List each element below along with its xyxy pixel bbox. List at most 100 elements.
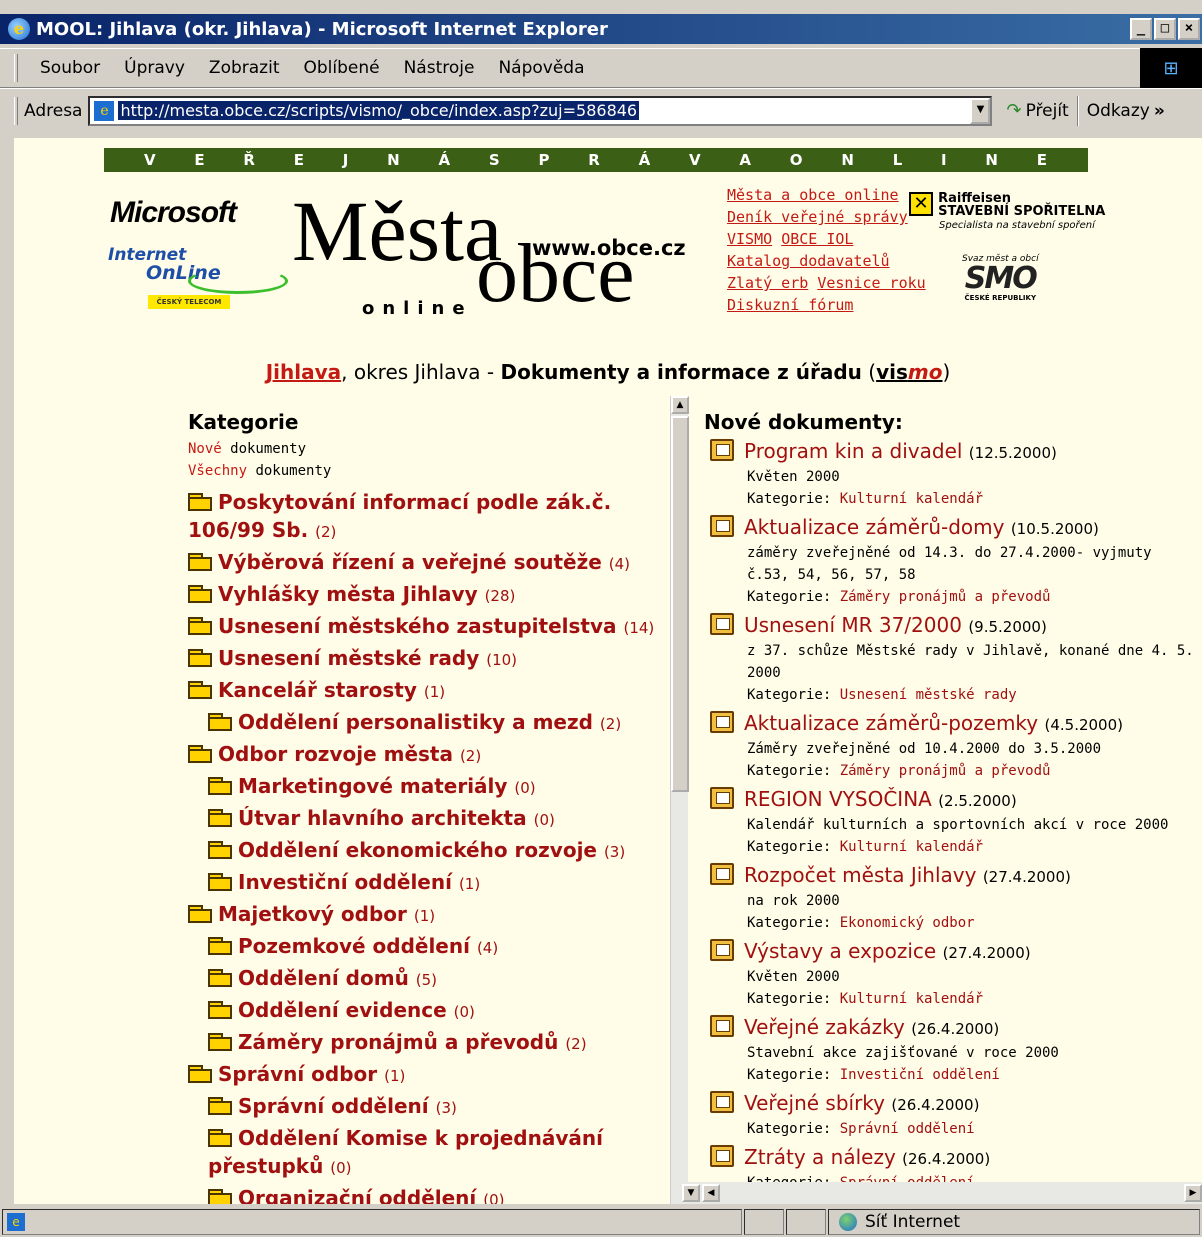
- link-zlaty-erb[interactable]: Zlatý erb: [727, 274, 808, 292]
- document-date: (26.4.2000): [891, 1096, 980, 1114]
- window-title-bar[interactable]: e MOOL: Jihlava (okr. Jihlava) - Microso…: [0, 14, 1202, 44]
- address-dropdown-button[interactable]: ▼: [970, 97, 991, 124]
- scroll-up-button[interactable]: ▲: [671, 396, 689, 414]
- link-katalog-dodavatelu[interactable]: Katalog dodavatelů: [727, 252, 890, 270]
- document-category-link[interactable]: Kulturní kalendář: [840, 839, 983, 855]
- category-item[interactable]: Oddělení Komise k projednávání přestupků…: [188, 1124, 668, 1182]
- category-item[interactable]: Oddělení evidence (0): [188, 996, 668, 1026]
- category-name: Správní oddělení: [238, 1094, 429, 1118]
- minimize-button[interactable]: _: [1130, 18, 1152, 40]
- menu-oblibene[interactable]: Oblíbené: [303, 58, 379, 78]
- category-item[interactable]: Oddělení domů (5): [188, 964, 668, 994]
- category-item[interactable]: Poskytování informací podle zák.č. 106/9…: [188, 488, 668, 546]
- go-button[interactable]: ↷ Přejít: [1006, 100, 1068, 121]
- internet-explorer-icon: e: [8, 18, 30, 40]
- menu-zobrazit[interactable]: Zobrazit: [209, 58, 280, 78]
- document-category: Kategorie: Kulturní kalendář: [704, 488, 1202, 510]
- document-date: (27.4.2000): [982, 868, 1071, 886]
- category-item[interactable]: Investiční oddělení (1): [188, 868, 668, 898]
- document-title-link[interactable]: Usnesení MR 37/2000: [744, 613, 962, 637]
- category-item[interactable]: Usnesení městského zastupitelstva (14): [188, 612, 668, 642]
- cesky-telecom-logo[interactable]: ČESKÝ TELECOM: [148, 295, 230, 309]
- menu-soubor[interactable]: Soubor: [40, 58, 100, 78]
- document-icon: [710, 1015, 734, 1037]
- all-documents-link[interactable]: Všechny dokumenty: [188, 460, 668, 482]
- category-item[interactable]: Odbor rozvoje města (2): [188, 740, 668, 770]
- category-item[interactable]: Útvar hlavního architekta (0): [188, 804, 668, 834]
- category-item[interactable]: Záměry pronájmů a převodů (2): [188, 1028, 668, 1058]
- maximize-button[interactable]: □: [1154, 18, 1176, 40]
- category-item[interactable]: Oddělení personalistiky a mezd (2): [188, 708, 668, 738]
- scroll-left-button[interactable]: ◀: [702, 1184, 720, 1202]
- category-item[interactable]: Usnesení městské rady (10): [188, 644, 668, 674]
- category-item[interactable]: Výběrová řízení a veřejné soutěže (4): [188, 548, 668, 578]
- document-category-link[interactable]: Záměry pronájmů a převodů: [840, 589, 1051, 605]
- document-title-link[interactable]: Veřejné sbírky: [744, 1091, 885, 1115]
- new-documents-link[interactable]: Nové dokumenty: [188, 438, 668, 460]
- document-title-link[interactable]: REGION VYSOČINA: [744, 787, 932, 811]
- close-button[interactable]: ×: [1178, 18, 1200, 40]
- link-denik-verejne-spravy[interactable]: Deník veřejné správy: [727, 208, 908, 226]
- document-title-link[interactable]: Rozpočet města Jihlavy: [744, 863, 976, 887]
- category-item[interactable]: Majetkový odbor (1): [188, 900, 668, 930]
- document-title-link[interactable]: Aktualizace záměrů-pozemky: [744, 711, 1038, 735]
- city-link[interactable]: Jihlava: [266, 360, 341, 384]
- category-item[interactable]: Vyhlášky města Jihlavy (28): [188, 580, 668, 610]
- category-item[interactable]: Správní oddělení (3): [188, 1092, 668, 1122]
- band-letter: E: [194, 151, 206, 169]
- address-input[interactable]: e http://mesta.obce.cz/scripts/vismo/_ob…: [88, 95, 993, 126]
- microsoft-logo[interactable]: Microsoft: [110, 196, 237, 230]
- document-category-link[interactable]: Usnesení městské rady: [840, 687, 1017, 703]
- internet-online-logo[interactable]: Internet OnLine: [108, 246, 288, 294]
- toolbar-grip[interactable]: [14, 54, 18, 82]
- document-category-link[interactable]: Kulturní kalendář: [840, 991, 983, 1007]
- links-button[interactable]: Odkazy: [1087, 101, 1150, 121]
- menu-nastroje[interactable]: Nástroje: [404, 58, 475, 78]
- document-category-link[interactable]: Investiční oddělení: [840, 1067, 1000, 1083]
- document-title-link[interactable]: Aktualizace záměrů-domy: [744, 515, 1004, 539]
- link-vesnice-roku[interactable]: Vesnice roku: [817, 274, 925, 292]
- smo-logo[interactable]: Svaz měst a obcí SMO ČESKÉ REPUBLIKY: [962, 254, 1039, 302]
- category-item[interactable]: Správní odbor (1): [188, 1060, 668, 1090]
- category-item[interactable]: Marketingové materiály (0): [188, 772, 668, 802]
- scroll-right-button[interactable]: ▶: [1184, 1184, 1202, 1202]
- vertical-scrollbar[interactable]: ▲: [670, 396, 689, 1204]
- category-label: Kategorie:: [747, 991, 840, 1007]
- address-url[interactable]: http://mesta.obce.cz/scripts/vismo/_obce…: [118, 101, 640, 120]
- document-icon: [710, 439, 734, 461]
- document-title-link[interactable]: Program kin a divadel: [744, 439, 962, 463]
- document-title-link[interactable]: Veřejné zakázky: [744, 1015, 905, 1039]
- scroll-down-button[interactable]: ▼: [682, 1184, 700, 1202]
- category-count: (28): [484, 587, 516, 605]
- document-category-link[interactable]: Kulturní kalendář: [840, 491, 983, 507]
- raiffeisen-logo[interactable]: ✕ Raiffeisen STAVEBNÍ SPOŘITELNA Speciali…: [909, 192, 1105, 231]
- link-obce-iol[interactable]: OBCE IOL: [781, 230, 853, 248]
- horizontal-scrollbar[interactable]: ▼ ◀ ▶: [682, 1182, 1202, 1204]
- links-more-chevron-icon[interactable]: »: [1154, 101, 1165, 121]
- category-item[interactable]: Oddělení ekonomického rozvoje (3): [188, 836, 668, 866]
- toolbar-grip[interactable]: [14, 96, 18, 125]
- vismo-link[interactable]: vismo: [876, 360, 942, 384]
- mesta-logo[interactable]: Města: [292, 188, 502, 274]
- document-icon: [710, 787, 734, 809]
- document-category-link[interactable]: Správní oddělení: [840, 1121, 975, 1137]
- go-arrow-icon: ↷: [1006, 100, 1022, 121]
- status-bar: e Síť Internet: [0, 1206, 1202, 1237]
- menu-napoveda[interactable]: Nápověda: [498, 58, 584, 78]
- scroll-thumb[interactable]: [671, 416, 689, 792]
- document-category: Kategorie: Kulturní kalendář: [704, 836, 1202, 858]
- menu-upravy[interactable]: Úpravy: [124, 58, 185, 78]
- category-item[interactable]: Pozemkové oddělení (4): [188, 932, 668, 962]
- document-category-link[interactable]: Ekonomický odbor: [840, 915, 975, 931]
- band-letter: R: [588, 151, 601, 169]
- document-title-link[interactable]: Ztráty a nálezy: [744, 1145, 896, 1169]
- category-item[interactable]: Kancelář starosty (1): [188, 676, 668, 706]
- link-diskuzni-forum[interactable]: Diskuzní fórum: [727, 296, 853, 314]
- link-vismo[interactable]: VISMO: [727, 230, 772, 248]
- document-category-link[interactable]: Záměry pronájmů a převodů: [840, 763, 1051, 779]
- band-letter: O: [789, 151, 804, 169]
- category-item[interactable]: Organizační oddělení (0): [188, 1184, 668, 1204]
- link-mesta-a-obce-online[interactable]: Města a obce online: [727, 186, 899, 204]
- document-icon: [710, 1145, 734, 1167]
- document-title-link[interactable]: Výstavy a expozice: [744, 939, 936, 963]
